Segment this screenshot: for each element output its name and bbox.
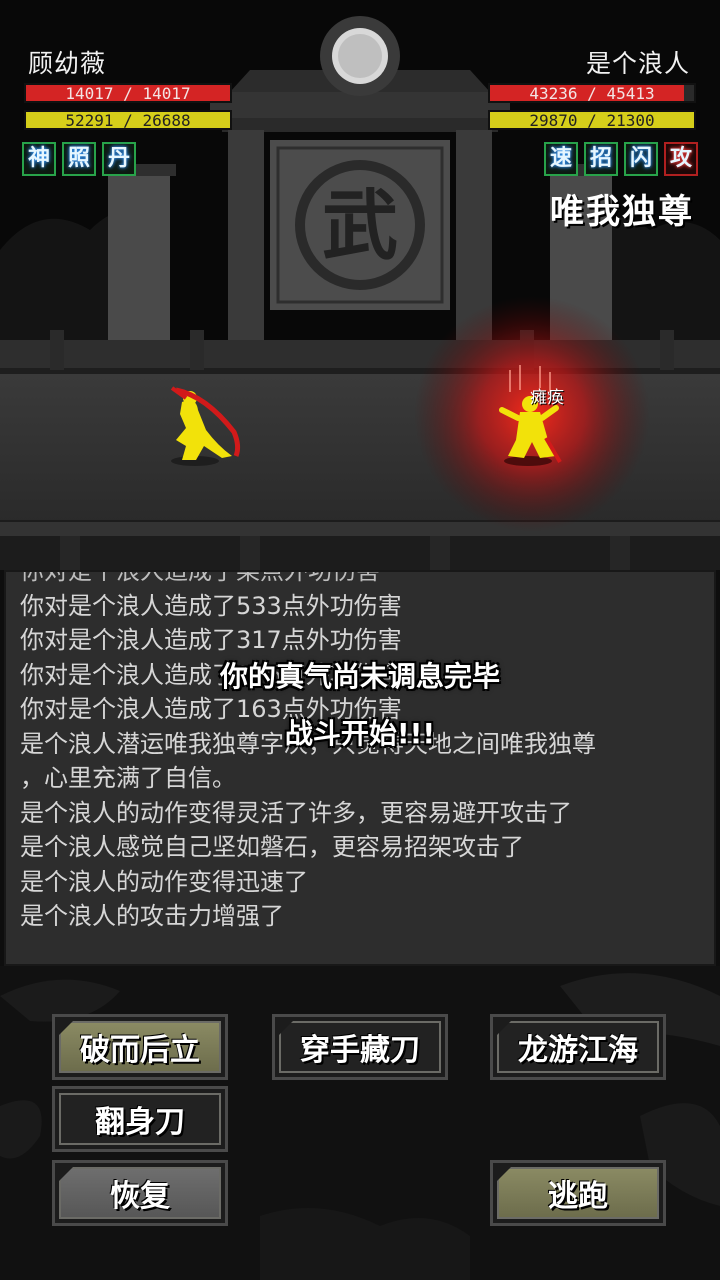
enemy-buff-list: 速 招 闪 攻 bbox=[544, 142, 698, 176]
log-line: ，心里充满了自信。 bbox=[20, 764, 236, 792]
log-line: 你对是个浪人造成了317点外功伤害 bbox=[20, 626, 402, 654]
player-hp-text: 14017 / 14017 bbox=[65, 84, 191, 103]
player-buff-list: 神 照 丹 bbox=[22, 142, 136, 176]
player-hp-bar: 14017 / 14017 bbox=[24, 83, 232, 103]
player-mp-bar: 52291 / 26688 bbox=[24, 110, 232, 130]
player-buff-badge[interactable]: 丹 bbox=[102, 142, 136, 176]
skill-button-label: 破而后立 bbox=[59, 1021, 221, 1073]
skill-button-4[interactable]: 翻身刀 bbox=[52, 1086, 228, 1152]
qi-not-ready-message: 你的真气尚未调息完毕 bbox=[219, 660, 500, 693]
recover-button[interactable]: 恢复 bbox=[52, 1160, 228, 1226]
enemy-mp-text: 29870 / 21300 bbox=[529, 111, 655, 130]
plaque-character: 武 bbox=[322, 181, 398, 270]
enemy-name: 是个浪人 bbox=[585, 49, 690, 78]
recover-button-label: 恢复 bbox=[59, 1167, 221, 1219]
enemy-stance-label: 唯我独尊 bbox=[550, 192, 694, 232]
player-buff-badge[interactable]: 神 bbox=[22, 142, 56, 176]
enemy-buff-badge[interactable]: 招 bbox=[584, 142, 618, 176]
player-name: 顾幼薇 bbox=[28, 49, 107, 78]
battle-start-message: 战斗开始!!! bbox=[284, 717, 436, 750]
player-mp-text: 52291 / 26688 bbox=[65, 111, 191, 130]
action-panel: 破而后立 穿手藏刀 龙游江海 翻身刀 恢复 逃跑 bbox=[0, 966, 720, 1280]
enemy-buff-badge[interactable]: 攻 bbox=[664, 142, 698, 176]
battle-scene: 武 顾幼薇 14017 / 14017 52291 / 26688 神 照 丹 … bbox=[0, 0, 720, 570]
flee-button-label: 逃跑 bbox=[497, 1167, 659, 1219]
log-line-partial: 你对是个浪人造成了某点外功伤害 bbox=[20, 570, 380, 585]
enemy-mp-bar: 29870 / 21300 bbox=[488, 110, 696, 130]
skill-button-3[interactable]: 龙游江海 bbox=[490, 1014, 666, 1080]
skill-button-1[interactable]: 破而后立 bbox=[52, 1014, 228, 1080]
log-line: 是个浪人感觉自己坚如磐石，更容易招架攻击了 bbox=[20, 833, 524, 861]
enemy-hp-bar: 43236 / 45413 bbox=[488, 83, 696, 103]
skill-button-label: 穿手藏刀 bbox=[279, 1021, 441, 1073]
log-line: 你对是个浪人造成了533点外功伤害 bbox=[20, 591, 402, 620]
log-line: 是个浪人的攻击力增强了 bbox=[20, 902, 284, 930]
enemy-hp-text: 43236 / 45413 bbox=[529, 84, 655, 103]
combat-log[interactable]: 你对是个浪人造成了某点外功伤害 你对是个浪人造成了533点外功伤害 你对是个浪人… bbox=[4, 570, 716, 966]
skill-button-label: 龙游江海 bbox=[497, 1021, 659, 1073]
enemy-buff-badge[interactable]: 闪 bbox=[624, 142, 658, 176]
skill-button-2[interactable]: 穿手藏刀 bbox=[272, 1014, 448, 1080]
log-line: 是个浪人的动作变得迅速了 bbox=[20, 867, 308, 896]
enemy-buff-badge[interactable]: 速 bbox=[544, 142, 578, 176]
skill-button-label: 翻身刀 bbox=[59, 1093, 221, 1145]
player-buff-badge[interactable]: 照 bbox=[62, 142, 96, 176]
flee-button[interactable]: 逃跑 bbox=[490, 1160, 666, 1226]
enemy-status-float: 瘫痪 bbox=[530, 388, 564, 408]
log-line: 是个浪人的动作变得灵活了许多，更容易避开攻击了 bbox=[20, 798, 572, 827]
